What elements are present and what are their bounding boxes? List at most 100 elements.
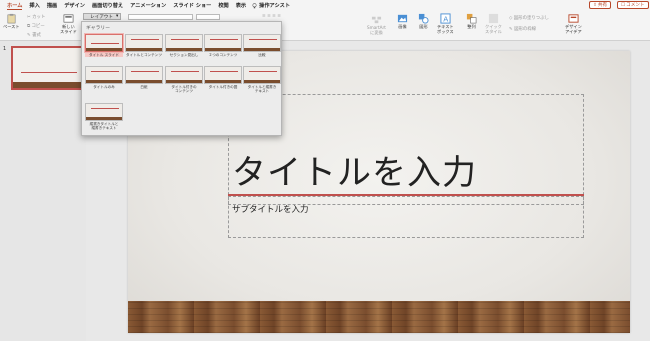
smartart-icon — [371, 16, 382, 24]
design-ideas-label: デザイン アイデア — [565, 24, 582, 34]
new-slide-button[interactable]: 新しい スライド — [60, 13, 77, 34]
picture-icon — [397, 14, 408, 23]
share-label: 共有 — [597, 3, 608, 8]
clipboard-icon — [7, 13, 16, 24]
font-name-select[interactable] — [128, 14, 193, 20]
slide-thumbnail[interactable] — [11, 46, 85, 90]
layout-option-label: タイトル付きの図 — [208, 85, 238, 89]
comment-icon: ☐ — [621, 2, 626, 8]
slide-number: 1 — [3, 46, 7, 52]
tell-me[interactable]: 操作アシスト — [252, 2, 290, 9]
tab-draw[interactable]: 描画 — [47, 2, 57, 9]
arrange-button[interactable]: 整列 — [466, 13, 477, 30]
shape-button[interactable]: 図形 — [418, 13, 429, 30]
picture-button[interactable]: 画像 — [397, 13, 408, 30]
shape-fill-button[interactable]: ◇ 図形の塗りつぶし — [509, 15, 549, 21]
slide-subtitle[interactable]: サブタイトルを入力 — [232, 203, 309, 215]
design-ideas-button[interactable]: デザイン アイデア — [565, 13, 582, 34]
layout-gallery: ギャラリー タイトル スライド タイトルとコンテンツ セクション見出し ２つのコンテン… — [81, 21, 282, 136]
paste-button[interactable]: ペースト — [3, 13, 20, 30]
tab-design[interactable]: デザイン — [64, 2, 85, 9]
ribbon-tab-bar: ホーム 挿入 描画 デザイン 画面切り替え アニメーション スライド ショー 校… — [0, 0, 650, 11]
new-slide-icon — [63, 14, 74, 23]
layout-option-label: タイトル スライド — [85, 53, 123, 58]
cut-button[interactable]: ✂ カット — [27, 14, 45, 20]
layout-label: レイアウト — [90, 14, 113, 20]
quick-style-label: クイック スタイル — [485, 24, 502, 34]
layout-dropdown-button[interactable]: レイアウト ▾ — [83, 13, 121, 20]
share-button[interactable]: ⇪ 共有 — [589, 1, 612, 9]
copy-label: コピー — [31, 24, 45, 29]
textbox-label: テキスト ボックス — [437, 24, 454, 34]
layout-option[interactable]: タイトルのみ — [85, 66, 123, 89]
textbox-icon: A — [440, 13, 451, 24]
quick-style-icon — [488, 13, 498, 24]
layout-option-label: セクション見出し — [169, 53, 199, 57]
arrange-label: 整列 — [467, 24, 476, 29]
layout-option[interactable]: 比較 — [243, 34, 281, 57]
layout-option[interactable]: タイトル付きの コンテンツ — [165, 66, 203, 93]
picture-label: 画像 — [398, 24, 407, 29]
quick-style-button[interactable]: クイック スタイル — [485, 13, 502, 34]
shape-icon — [418, 13, 429, 24]
layout-preview — [165, 34, 203, 52]
comment-label: コメント — [626, 3, 645, 8]
shape-outline-label: 図形の枠線 — [514, 27, 537, 32]
layout-option[interactable]: セクション見出し — [165, 34, 203, 57]
layout-preview — [125, 66, 163, 84]
font-size-select[interactable] — [196, 14, 220, 20]
tell-me-label: 操作アシスト — [259, 3, 291, 9]
copy-button[interactable]: ⧉ コピー — [27, 23, 45, 29]
layout-preview — [85, 34, 123, 52]
layout-option[interactable]: 縦書きタイトルと 縦書きテキスト — [85, 103, 123, 130]
layout-option-label: 縦書きタイトルと 縦書きテキスト — [89, 122, 119, 131]
layout-option[interactable]: タイトル付きの図 — [204, 66, 242, 89]
arrange-icon — [466, 13, 477, 24]
tab-transitions[interactable]: 画面切り替え — [92, 2, 123, 9]
layout-option[interactable]: タイトルとコンテンツ — [125, 34, 163, 57]
design-ideas-icon — [568, 14, 579, 23]
chevron-down-icon: ▾ — [115, 14, 119, 19]
cut-label: カット — [32, 15, 46, 20]
textbox-button[interactable]: A テキスト ボックス — [437, 13, 454, 34]
layout-option-label: タイトルとコンテンツ — [126, 53, 162, 57]
layout-preview — [204, 66, 242, 84]
shape-outline-button[interactable]: ✎ 図形の枠線 — [509, 26, 536, 32]
paragraph-row[interactable]: ≡ ≡ ≡ ≡ — [262, 14, 281, 19]
layout-option-label: 白紙 — [140, 85, 148, 89]
smartart-button[interactable]: SmartArt に変換 — [367, 14, 386, 35]
layout-option[interactable]: ２つのコンテンツ — [204, 34, 242, 57]
layout-preview — [165, 66, 203, 84]
layout-option[interactable]: 白紙 — [125, 66, 163, 89]
layout-option-label: ２つのコンテンツ — [208, 53, 238, 57]
format-painter-button[interactable]: ✎ 書式 — [27, 32, 41, 38]
share-icon: ⇪ — [593, 2, 597, 8]
layout-option[interactable]: タイトル スライド — [85, 34, 123, 58]
layout-preview — [243, 34, 281, 52]
tab-slideshow[interactable]: スライド ショー — [173, 2, 211, 9]
wood-floor-image — [128, 301, 630, 333]
paste-label: ペースト — [3, 24, 20, 29]
layout-option[interactable]: タイトルと縦書き テキスト — [243, 66, 281, 93]
tab-animations[interactable]: アニメーション — [130, 2, 166, 9]
gallery-header: ギャラリー — [86, 26, 110, 31]
layout-preview — [85, 103, 123, 121]
layout-option-label: 比較 — [258, 53, 266, 57]
shape-fill-label: 図形の塗りつぶし — [513, 16, 549, 21]
comment-button[interactable]: ☐ コメント — [617, 1, 649, 9]
layout-option-label: タイトルと縦書き テキスト — [247, 85, 277, 94]
tab-review[interactable]: 校閲 — [218, 2, 228, 9]
tab-insert[interactable]: 挿入 — [29, 2, 39, 9]
slide-title[interactable]: タイトルを入力 — [232, 145, 477, 194]
slide-thumbnail-pane: 1 — [0, 41, 86, 341]
layout-option-label: タイトル付きの コンテンツ — [171, 85, 197, 94]
tab-home[interactable]: ホーム — [7, 2, 23, 10]
new-slide-label: 新しい スライド — [60, 24, 77, 34]
smartart-label: SmartArt に変換 — [367, 25, 386, 35]
layout-preview — [243, 66, 281, 84]
tab-view[interactable]: 表示 — [236, 2, 246, 9]
svg-text:A: A — [443, 14, 448, 23]
layout-preview — [85, 66, 123, 84]
layout-option-label: タイトルのみ — [93, 85, 115, 89]
layout-preview — [125, 34, 163, 52]
